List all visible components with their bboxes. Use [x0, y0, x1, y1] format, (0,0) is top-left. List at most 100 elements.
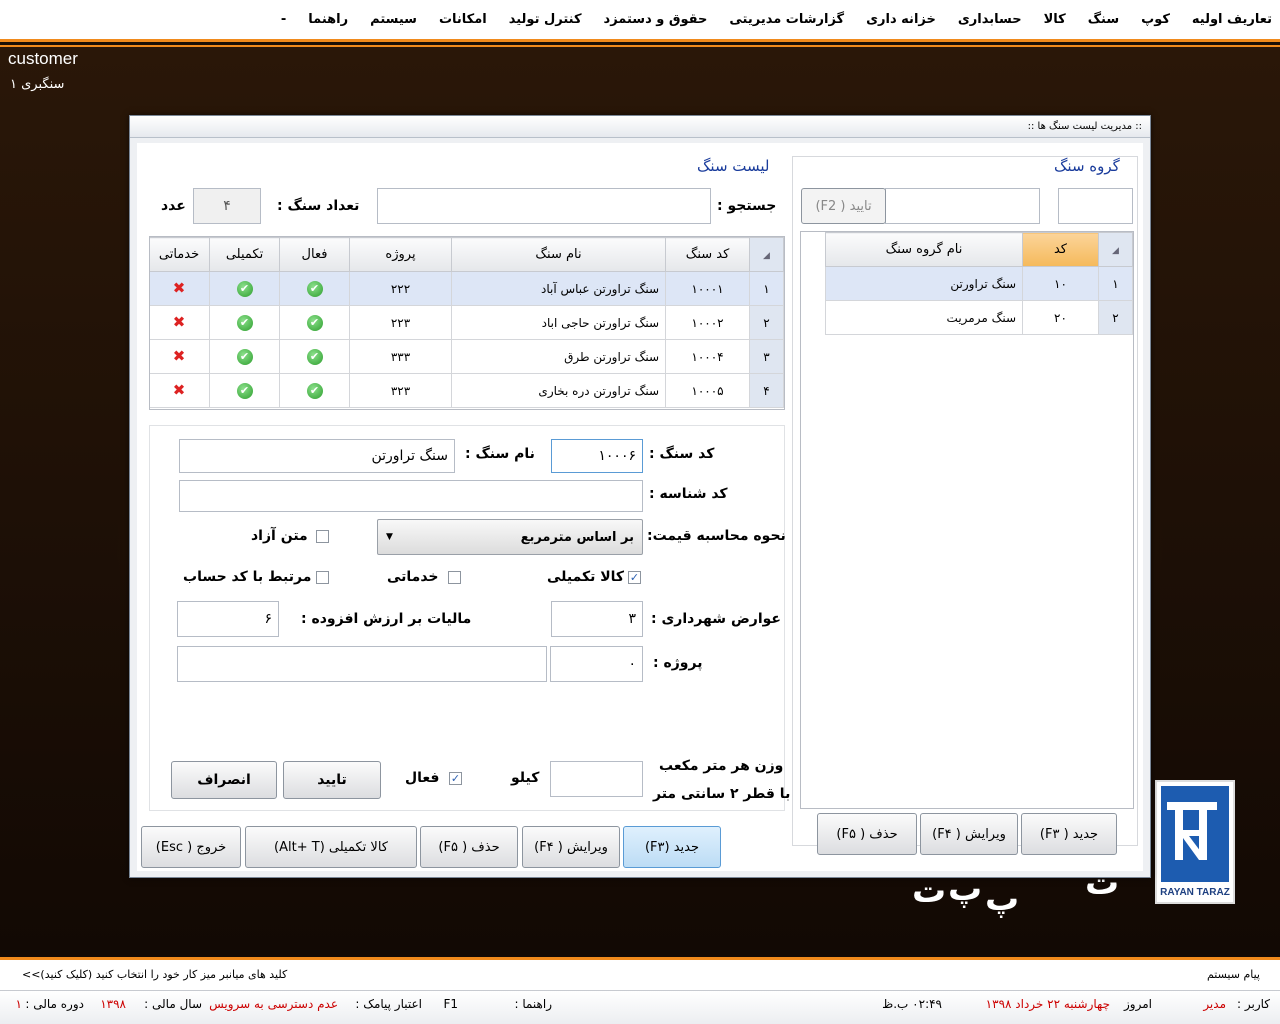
user-value: مدیر — [1203, 997, 1226, 1011]
stone-col-extra[interactable]: تکمیلی — [209, 237, 280, 272]
group-code-input[interactable] — [1058, 188, 1133, 224]
stone-row[interactable]: ۴ ۱۰۰۰۵ سنگ تراورتن دره بخاری ۳۲۳ ✔ ✔ ✖ — [150, 373, 784, 408]
check-icon: ✔ — [236, 314, 253, 331]
menu-item[interactable]: راهنما — [308, 12, 348, 27]
group-new-button[interactable]: جدید ( F۳) — [1021, 813, 1117, 855]
menu-item[interactable]: کنترل تولید — [509, 12, 582, 27]
new-button[interactable]: جدید (F۳) — [623, 826, 721, 868]
stone-service-cell: ✖ — [150, 271, 210, 306]
stone-active-cell: ✔ — [279, 339, 350, 374]
stone-grid: ◢ کد سنگ نام سنگ پروژه فعال تکمیلی خدمات… — [149, 236, 785, 410]
check-icon: ✔ — [236, 348, 253, 365]
system-message-bar: پیام سیستم <<(کلید های میانبر میز کار خو… — [0, 957, 1280, 990]
code-input[interactable]: ۱۰۰۰۶ — [551, 439, 643, 473]
sort-corner-icon[interactable]: ◢ — [1098, 232, 1133, 267]
check-icon: ✔ — [236, 280, 253, 297]
fiscal-period-label: دوره مالی : — [25, 997, 84, 1011]
stone-service-cell: ✖ — [150, 373, 210, 408]
vat-input[interactable]: ۶ — [177, 601, 279, 637]
service-checkbox[interactable] — [448, 571, 461, 584]
extra-goods-checkbox[interactable]: ✓ — [628, 571, 641, 584]
project-code-input[interactable]: ۰ — [550, 646, 643, 682]
search-input[interactable] — [377, 188, 711, 224]
stone-code-cell: ۱۰۰۰۴ — [665, 339, 750, 374]
group-col-code[interactable]: کد — [1022, 232, 1099, 267]
check-icon: ✔ — [236, 382, 253, 399]
fiscal-year-value: ۱۳۹۸ — [100, 997, 126, 1011]
name-input[interactable]: سنگ تراورتن — [179, 439, 455, 473]
vat-label: مالیات بر ارزش افزوده : — [301, 611, 472, 627]
stone-extra-cell: ✔ — [209, 305, 280, 340]
stone-row[interactable]: ۲ ۱۰۰۰۲ سنگ تراورتن حاجی اباد ۲۲۳ ✔ ✔ ✖ — [150, 305, 784, 340]
menu-item[interactable]: حسابداری — [958, 12, 1022, 27]
city-tax-input[interactable]: ۳ — [551, 601, 643, 637]
menu-item[interactable]: خزانه داری — [866, 12, 936, 27]
cross-icon: ✖ — [172, 313, 186, 331]
price-method-select[interactable]: بر اساس مترمربع ▼ — [377, 519, 643, 555]
group-row[interactable]: ۲ ۲۰ سنگ مرمریت — [825, 300, 1133, 335]
delete-button[interactable]: حذف ( F۵) — [420, 826, 518, 868]
edit-button[interactable]: ویرایش ( F۴) — [522, 826, 620, 868]
row-number: ۱ — [749, 271, 784, 306]
extra-goods-button[interactable]: کالا تکمیلی (Alt+ T) — [245, 826, 417, 868]
menu-item[interactable]: تعاریف اولیه — [1192, 12, 1272, 27]
menu-item[interactable]: کوپ — [1141, 12, 1170, 27]
sort-corner-icon[interactable]: ◢ — [749, 237, 784, 272]
weight-input[interactable] — [550, 761, 643, 797]
stone-table: ◢ کد سنگ نام سنگ پروژه فعال تکمیلی خدمات… — [150, 237, 784, 408]
group-panel-title: گروه سنگ — [1054, 157, 1120, 175]
weight-label-1: وزن هر متر مکعب — [659, 758, 784, 774]
free-text-checkbox[interactable] — [316, 530, 329, 543]
group-confirm-button[interactable]: تایید ( F2) — [801, 188, 886, 224]
time-value: ۰۲:۴۹ ب.ظ — [882, 997, 942, 1011]
stone-col-active[interactable]: فعال — [279, 237, 350, 272]
stone-col-service[interactable]: خدماتی — [150, 237, 210, 272]
stone-col-code[interactable]: کد سنگ — [665, 237, 750, 272]
customer-title: customer — [8, 49, 78, 68]
group-code-cell: ۱۰ — [1022, 266, 1099, 301]
name-label: نام سنگ : — [465, 446, 535, 462]
stone-active-cell: ✔ — [279, 373, 350, 408]
stone-row[interactable]: ۱ ۱۰۰۰۱ سنگ تراورتن عباس آباد ۲۲۲ ✔ ✔ ✖ — [150, 271, 784, 306]
search-label: جستجو : — [717, 198, 777, 214]
fiscal-year-label: سال مالی : — [144, 997, 202, 1011]
id-input[interactable] — [179, 480, 643, 512]
stone-code-cell: ۱۰۰۰۵ — [665, 373, 750, 408]
menu-item[interactable]: سیستم — [370, 12, 417, 27]
group-name-cell: سنگ مرمریت — [825, 300, 1023, 335]
menu-item[interactable]: حقوق و دستمزد — [604, 12, 708, 27]
exit-button[interactable]: خروج ( Esc) — [141, 826, 241, 868]
stone-col-name[interactable]: نام سنگ — [451, 237, 666, 272]
stone-service-cell: ✖ — [150, 339, 210, 374]
count-unit: عدد — [161, 198, 186, 214]
group-col-name[interactable]: نام گروه سنگ — [825, 232, 1023, 267]
check-icon: ✔ — [306, 348, 323, 365]
group-delete-button[interactable]: حذف ( F۵) — [817, 813, 917, 855]
project-name-input[interactable] — [177, 646, 547, 682]
shortcut-hint-link[interactable]: <<(کلید های میانبر میز کار خود را انتخاب… — [22, 968, 287, 981]
active-checkbox[interactable]: ✓ — [449, 772, 462, 785]
menu-item[interactable]: - — [281, 12, 286, 27]
group-grid: ◢ کد نام گروه سنگ ۱ ۱۰ سنگ تراورتن ۲ ۲۰ سنگ م… — [800, 231, 1134, 809]
group-name-cell: سنگ تراورتن — [825, 266, 1023, 301]
form-cancel-button[interactable]: انصراف — [171, 761, 277, 799]
stone-project-cell: ۳۳۳ — [349, 339, 452, 374]
group-name-input[interactable] — [885, 188, 1040, 224]
group-table: ◢ کد نام گروه سنگ ۱ ۱۰ سنگ تراورتن ۲ ۲۰ سنگ م… — [825, 232, 1133, 335]
form-ok-button[interactable]: تایید — [283, 761, 381, 799]
stone-extra-cell: ✔ — [209, 373, 280, 408]
help-value[interactable]: F1 — [443, 997, 458, 1011]
stone-extra-cell: ✔ — [209, 339, 280, 374]
accent-line — [0, 45, 1280, 47]
stone-col-project[interactable]: پروژه — [349, 237, 452, 272]
menu-item[interactable]: کالا — [1044, 12, 1066, 27]
menu-item[interactable]: سنگ — [1088, 12, 1119, 27]
stone-row[interactable]: ۳ ۱۰۰۰۴ سنگ تراورتن طرق ۳۳۳ ✔ ✔ ✖ — [150, 339, 784, 374]
menu-item[interactable]: امکانات — [439, 12, 487, 27]
menu-item[interactable]: گزارشات مدیریتی — [729, 12, 844, 27]
group-row[interactable]: ۱ ۱۰ سنگ تراورتن — [825, 266, 1133, 301]
today-label: امروز — [1124, 997, 1152, 1011]
group-edit-button[interactable]: ویرایش ( F۴) — [920, 813, 1018, 855]
deco-letter: پ — [985, 879, 1020, 919]
account-link-checkbox[interactable] — [316, 571, 329, 584]
